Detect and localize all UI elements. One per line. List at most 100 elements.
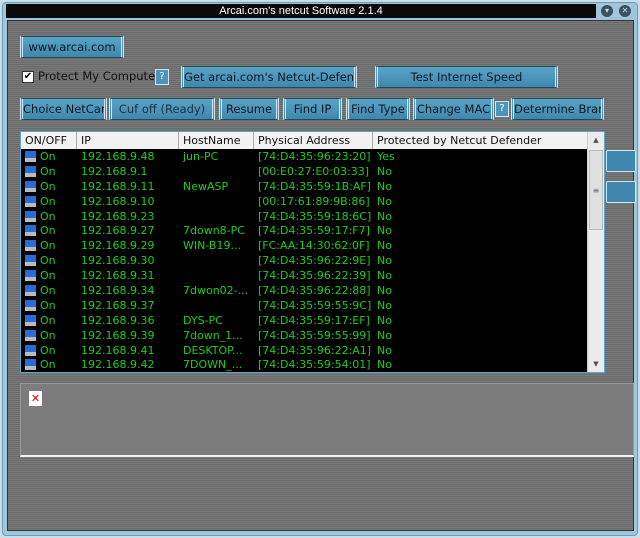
change-mac-button[interactable]: Change MAC xyxy=(413,98,494,120)
cell-text: 192.168.9.10 xyxy=(81,194,155,208)
cut-off-button[interactable]: Cuf off (Ready) xyxy=(109,98,215,120)
scrollbar[interactable]: ▲ ≡ ▼ xyxy=(587,132,604,372)
cell-protected: No xyxy=(373,314,588,329)
cell-protected: No xyxy=(373,299,588,314)
protect-help-button[interactable]: ? xyxy=(155,69,169,85)
cell-text: On xyxy=(40,239,56,253)
cell-text: NewASP xyxy=(183,179,229,193)
find-type-button[interactable]: Find Type xyxy=(346,98,410,120)
determine-brand-button[interactable]: Determine Brand xyxy=(511,98,604,120)
cell-text: [74:D4:35:59:55:9C] xyxy=(258,298,372,312)
scroll-thumb[interactable]: ≡ xyxy=(589,150,603,230)
cell-text: 192.168.9.1 xyxy=(81,164,148,178)
cell-ip: 192.168.9.34 xyxy=(77,284,179,299)
table-row[interactable]: On 192.168.9.42 7DOWN_... [74:D4:35:59:54:0… xyxy=(21,358,588,373)
scroll-up-icon[interactable]: ▲ xyxy=(588,132,604,148)
cell-mac: [74:D4:35:96:22:A1] xyxy=(254,344,373,359)
table-row[interactable]: On 192.168.9.36 DYS-PC [74:D4:35:59:17:EF] N… xyxy=(21,314,588,329)
cell-protected: No xyxy=(373,254,588,269)
table-row[interactable]: On 192.168.9.27 7down8-PC [74:D4:35:59:17:F… xyxy=(21,224,588,239)
cell-text: [74:D4:35:96:23:20] xyxy=(258,150,371,163)
cell-text: [74:D4:35:96:22:39] xyxy=(258,269,371,283)
cell-hostname: 7DOWN_... xyxy=(179,358,254,373)
table-row[interactable]: On 192.168.9.11 NewASP [74:D4:35:59:1B:AF] N… xyxy=(21,180,588,195)
info-panel: ✕ xyxy=(20,383,634,457)
table-row[interactable]: On 192.168.9.41 DESKTOP... [74:D4:35:96:22:… xyxy=(21,344,588,359)
cell-ip: 192.168.9.39 xyxy=(77,329,179,344)
table-row[interactable]: On 192.168.9.37 [74:D4:35:59:55:9C] No xyxy=(21,299,588,314)
get-defender-button[interactable]: Get arcai.com's Netcut-Defender xyxy=(181,66,357,88)
cell-protected: No xyxy=(373,165,588,180)
computer-icon xyxy=(25,285,36,297)
cell-text: No xyxy=(377,179,392,193)
side-button-1[interactable] xyxy=(606,150,636,172)
cell-ip: 192.168.9.1 xyxy=(77,165,179,180)
cell-text: jun-PC xyxy=(183,150,219,163)
cell-mac: [74:D4:35:96:22:39] xyxy=(254,269,373,284)
scroll-down-icon[interactable]: ▼ xyxy=(588,356,604,372)
cell-hostname: WIN-B19... xyxy=(179,239,254,254)
cell-text: 192.168.9.37 xyxy=(81,298,155,312)
cell-text: 7down8-PC xyxy=(183,224,245,238)
table-row[interactable]: On 192.168.9.29 WIN-B19... [FC:AA:14:30:62:… xyxy=(21,239,588,254)
cell-status: On xyxy=(21,165,77,180)
table-row[interactable]: On 192.168.9.48 jun-PC [74:D4:35:96:23:20] Y… xyxy=(21,150,588,165)
table-row[interactable]: On 192.168.9.34 7dwon02-... [74:D4:35:96:22… xyxy=(21,284,588,299)
table-row[interactable]: On 192.168.9.30 [74:D4:35:96:22:9E] No xyxy=(21,254,588,269)
cell-ip: 192.168.9.42 xyxy=(77,358,179,373)
table-row[interactable]: On 192.168.9.39 7down_1... [74:D4:35:59:55:… xyxy=(21,329,588,344)
side-button-2[interactable] xyxy=(606,181,636,203)
cell-protected: No xyxy=(373,329,588,344)
cell-status: On xyxy=(21,195,77,210)
cell-status: On xyxy=(21,269,77,284)
protect-checkbox[interactable]: ✔ xyxy=(22,71,34,83)
column-hostname[interactable]: HostName xyxy=(179,132,254,149)
column-onoff[interactable]: ON/OFF xyxy=(21,132,77,149)
cell-text: DYS-PC xyxy=(183,313,223,327)
cell-ip: 192.168.9.27 xyxy=(77,224,179,239)
website-button[interactable]: www.arcai.com xyxy=(20,36,124,58)
cell-text: [74:D4:35:59:55:99] xyxy=(258,328,371,342)
cell-text: [74:D4:35:59:18:6C] xyxy=(258,209,372,223)
cell-text: No xyxy=(377,224,392,238)
cell-text: [74:D4:35:96:22:88] xyxy=(258,284,371,298)
cell-text: No xyxy=(377,328,392,342)
table-row[interactable]: On 192.168.9.23 [74:D4:35:59:18:6C] No xyxy=(21,210,588,225)
cell-mac: [74:D4:35:59:54:01] xyxy=(254,358,373,373)
cell-text: 192.168.9.11 xyxy=(81,179,155,193)
cell-text: No xyxy=(377,343,392,357)
table-row[interactable]: On 192.168.9.31 [74:D4:35:96:22:39] No xyxy=(21,269,588,284)
computer-icon xyxy=(25,210,36,222)
cell-text: On xyxy=(40,179,56,193)
computer-icon xyxy=(25,225,36,237)
column-ip[interactable]: IP xyxy=(77,132,179,149)
cell-mac: [74:D4:35:59:1B:AF] xyxy=(254,180,373,195)
cell-text: No xyxy=(377,194,392,208)
table-row[interactable]: On 192.168.9.10 [00:17:61:89:9B:86] No xyxy=(21,195,588,210)
column-mac[interactable]: Physical Address xyxy=(254,132,373,149)
cell-text: 192.168.9.36 xyxy=(81,313,155,327)
cell-hostname: DYS-PC xyxy=(179,314,254,329)
cell-text: No xyxy=(377,254,392,268)
table-row[interactable]: On 192.168.9.1 [00:E0:27:E0:03:33] No xyxy=(21,165,588,180)
resume-button[interactable]: Resume xyxy=(219,98,279,120)
cell-status: On xyxy=(21,284,77,299)
cell-text: On xyxy=(40,269,56,283)
choice-netcard-button[interactable]: Choice NetCard xyxy=(20,98,107,120)
cell-text: No xyxy=(377,209,392,223)
host-list[interactable]: ON/OFF IP HostName Physical Address Prot… xyxy=(20,131,605,373)
test-speed-button[interactable]: Test Internet Speed xyxy=(375,66,558,88)
cell-hostname: 7down_1... xyxy=(179,329,254,344)
column-protected[interactable]: Protected by Netcut Defender xyxy=(373,132,588,149)
cell-hostname: jun-PC xyxy=(179,150,254,165)
cell-protected: No xyxy=(373,195,588,210)
cell-hostname xyxy=(179,195,254,210)
minimize-icon[interactable]: ▾ xyxy=(601,5,613,17)
cell-mac: [FC:AA:14:30:62:0F] xyxy=(254,239,373,254)
find-ip-button[interactable]: Find IP xyxy=(283,98,342,120)
cell-text: 192.168.9.23 xyxy=(81,209,155,223)
cell-text: No xyxy=(377,164,392,178)
computer-icon xyxy=(25,314,36,326)
close-icon[interactable]: ✕ xyxy=(619,5,631,17)
change-mac-help-button[interactable]: ? xyxy=(495,101,509,117)
